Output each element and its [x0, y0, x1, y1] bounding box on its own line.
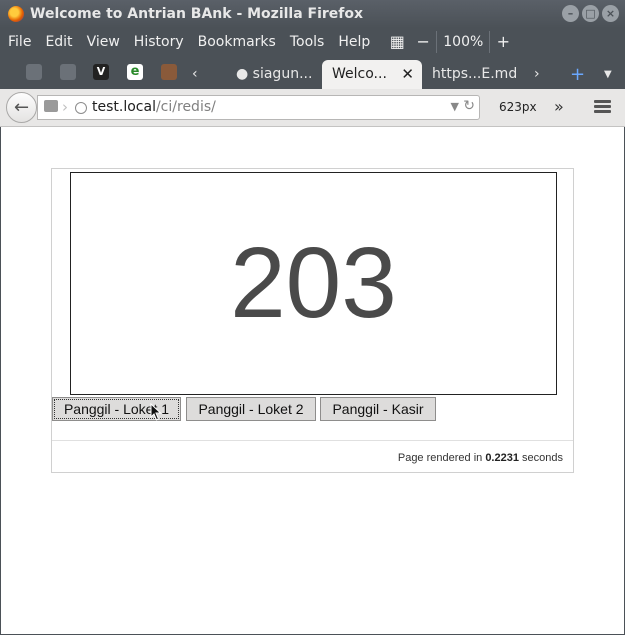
footer-divider — [52, 440, 573, 441]
zoom-controls: ▦ − 100% + — [384, 31, 516, 53]
tab-label: Welco... — [332, 66, 387, 82]
queue-panel: 203 Panggil - Loket 1 Panggil - Loket 2 … — [51, 168, 574, 473]
zoom-out-button[interactable]: − — [410, 31, 436, 53]
maximize-button[interactable]: □ — [582, 5, 599, 22]
pinned-tab-icon[interactable] — [26, 64, 42, 80]
window-titlebar: Welcome to Antrian BAnk - Mozilla Firefo… — [0, 0, 625, 28]
url-dropdown-icon[interactable]: ▼ — [451, 100, 459, 113]
back-button[interactable]: ← — [6, 92, 37, 123]
footer-prefix: Page rendered in — [397, 452, 486, 464]
pinned-tab-icon[interactable] — [60, 64, 76, 80]
firefox-logo-icon — [8, 6, 24, 22]
tab-welcome[interactable]: Welco... ✕ — [322, 60, 422, 89]
close-window-button[interactable]: × — [602, 5, 619, 22]
footer-suffix: seconds — [518, 452, 563, 464]
close-tab-icon[interactable]: ✕ — [401, 60, 414, 89]
url-bar[interactable]: › test.local/ci/redis/ ▼ ↻ — [37, 95, 480, 120]
menu-edit[interactable]: Edit — [45, 34, 72, 50]
new-tab-button[interactable]: + — [564, 60, 590, 89]
window-title: Welcome to Antrian BAnk - Mozilla Firefo… — [30, 6, 364, 22]
url-separator: › — [62, 98, 68, 116]
github-icon: ● — [236, 66, 249, 82]
queue-number-box: 203 — [70, 172, 557, 395]
tab-label: siagun... — [252, 66, 313, 82]
tab-scroll-left-icon[interactable]: ‹ — [188, 60, 210, 89]
call-cashier-button[interactable]: Panggil - Kasir — [320, 397, 436, 421]
window-controls: – □ × — [562, 5, 619, 22]
menu-help[interactable]: Help — [338, 34, 370, 50]
queue-number: 203 — [230, 227, 397, 339]
hamburger-menu-icon[interactable] — [594, 100, 611, 113]
vim-tab-icon[interactable]: V — [93, 64, 109, 80]
menu-bar: File Edit View History Bookmarks Tools H… — [0, 28, 625, 56]
render-time-value: 0.2231 — [485, 452, 519, 464]
tab-groups-icon[interactable] — [44, 100, 58, 112]
call-counter-2-button[interactable]: Panggil - Loket 2 — [186, 397, 316, 421]
globe-icon — [75, 102, 87, 114]
overflow-chevron-icon[interactable]: » — [554, 97, 564, 116]
zoom-in-button[interactable]: + — [490, 31, 516, 53]
url-path: /ci/redis/ — [155, 99, 216, 115]
menu-tools[interactable]: Tools — [290, 34, 325, 50]
menu-history[interactable]: History — [134, 34, 184, 50]
url-host: test.local — [92, 99, 156, 115]
url-text[interactable]: test.local/ci/redis/ — [92, 99, 216, 115]
tab-siagun[interactable]: ● siagun... — [226, 60, 322, 89]
layout-grid-icon[interactable]: ▦ — [384, 31, 410, 53]
page-viewport: 203 Panggil - Loket 1 Panggil - Loket 2 … — [1, 127, 624, 634]
menu-file[interactable]: File — [8, 34, 31, 50]
render-time-footer: Page rendered in 0.2231 seconds — [398, 452, 563, 464]
zoom-level[interactable]: 100% — [436, 31, 491, 53]
minimize-button[interactable]: – — [562, 5, 579, 22]
reload-icon[interactable]: ↻ — [463, 98, 475, 114]
menu-view[interactable]: View — [87, 34, 120, 50]
avatar-tab-icon[interactable] — [161, 64, 177, 80]
tab-bar: V e ‹ ● siagun... Welco... ✕ https...E.m… — [0, 56, 625, 89]
tab-list-chevron-down-icon[interactable]: ▼ — [600, 60, 620, 89]
e-tab-icon[interactable]: e — [127, 64, 143, 80]
tab-label: https...E.md — [432, 66, 518, 82]
viewport-width-label: 623px — [499, 100, 537, 114]
tab-readme[interactable]: https...E.md — [422, 60, 526, 89]
tab-scroll-right-icon[interactable]: › — [530, 60, 554, 89]
navigation-bar: ← › test.local/ci/redis/ ▼ ↻ 623px » — [0, 89, 625, 127]
mouse-cursor-icon — [150, 403, 162, 421]
menu-bookmarks[interactable]: Bookmarks — [198, 34, 276, 50]
